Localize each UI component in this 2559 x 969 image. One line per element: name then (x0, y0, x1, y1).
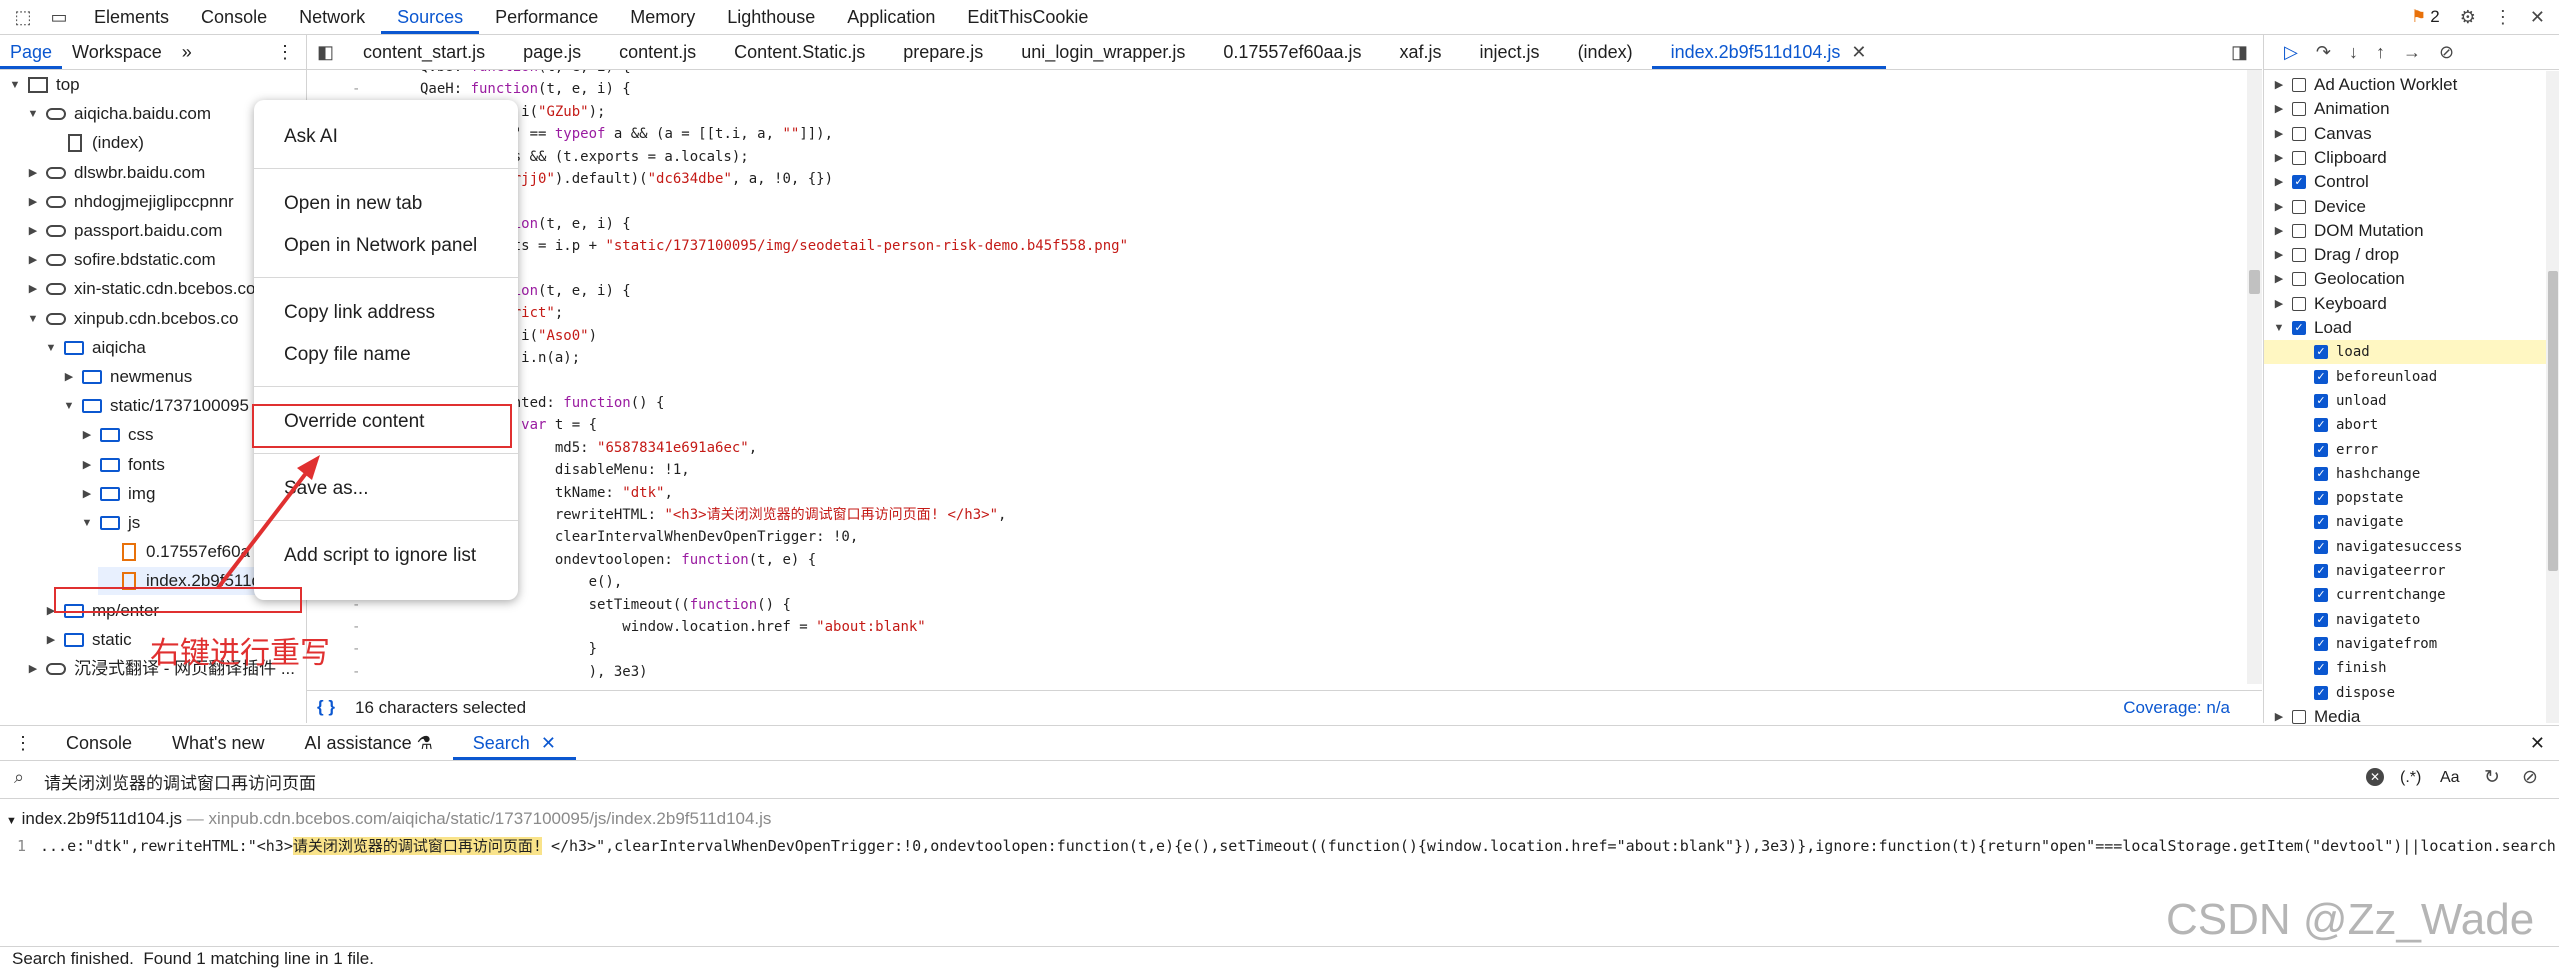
drawer-tab-ai-assistance[interactable]: AI assistance ⚗ (285, 726, 453, 760)
clear-search-icon[interactable]: ✕ (2366, 768, 2384, 786)
refresh-icon[interactable]: ↻ (2484, 766, 2500, 789)
search-icon: ⌕ (14, 767, 25, 787)
search-status-text: Search finished. Found 1 matching line i… (12, 949, 374, 968)
drawer-tab-whats-new[interactable]: What's new (152, 726, 284, 760)
search-bar: ⌕ 请关闭浏览器的调试窗口再访问页面 ✕ (.*) Aa ↻ ⊘ (0, 760, 2559, 799)
annotation-text: 右键进行重写 (150, 637, 330, 670)
match-case-toggle[interactable]: Aa (2440, 769, 2460, 787)
drawer-tab-search-label: Search (472, 733, 530, 753)
drawer-tabs: ⋮ Console What's new AI assistance ⚗ Sea… (0, 725, 2559, 761)
result-after: </h3>",clearIntervalWhenDevOpenTrigger:!… (550, 837, 2559, 855)
result-file-name: index.2b9f511d104.js (21, 809, 182, 828)
flask-icon: ⚗ (416, 733, 433, 753)
result-match: 请关闭浏览器的调试窗口再访问页面! (292, 837, 542, 855)
result-file-path: xinpub.cdn.bcebos.com/aiqicha/static/173… (208, 809, 772, 828)
drawer-tab-search[interactable]: Search ✕ (452, 726, 576, 760)
regex-toggle[interactable]: (.*) (2400, 769, 2421, 787)
drawer-tab-console[interactable]: Console (46, 726, 152, 760)
result-file-header[interactable]: ▼ index.2b9f511d104.js — xinpub.cdn.bceb… (6, 809, 771, 829)
drawer-tab-ai-assistance-label: AI assistance (304, 733, 412, 753)
search-status-bar: Search finished. Found 1 matching line i… (0, 946, 2559, 969)
close-tab-icon[interactable]: ✕ (541, 733, 556, 753)
result-separator: — (186, 809, 209, 828)
expand-triangle-icon: ▼ (6, 815, 17, 827)
drawer-menu-icon[interactable]: ⋮ (0, 733, 46, 754)
result-before: ...e:"dtk",rewriteHTML:"<h3> (40, 837, 293, 855)
watermark: CSDN @Zz_Wade (2166, 895, 2535, 944)
result-line-number: 1 (16, 837, 26, 855)
clear-results-icon[interactable]: ⊘ (2522, 766, 2538, 789)
result-line[interactable]: 1 ...e:"dtk",rewriteHTML:"<h3>请关闭浏览器的调试窗口… (0, 834, 2559, 858)
search-input[interactable]: 请关闭浏览器的调试窗口再访问页面 (44, 769, 316, 794)
close-drawer-icon[interactable]: ✕ (2516, 733, 2559, 754)
